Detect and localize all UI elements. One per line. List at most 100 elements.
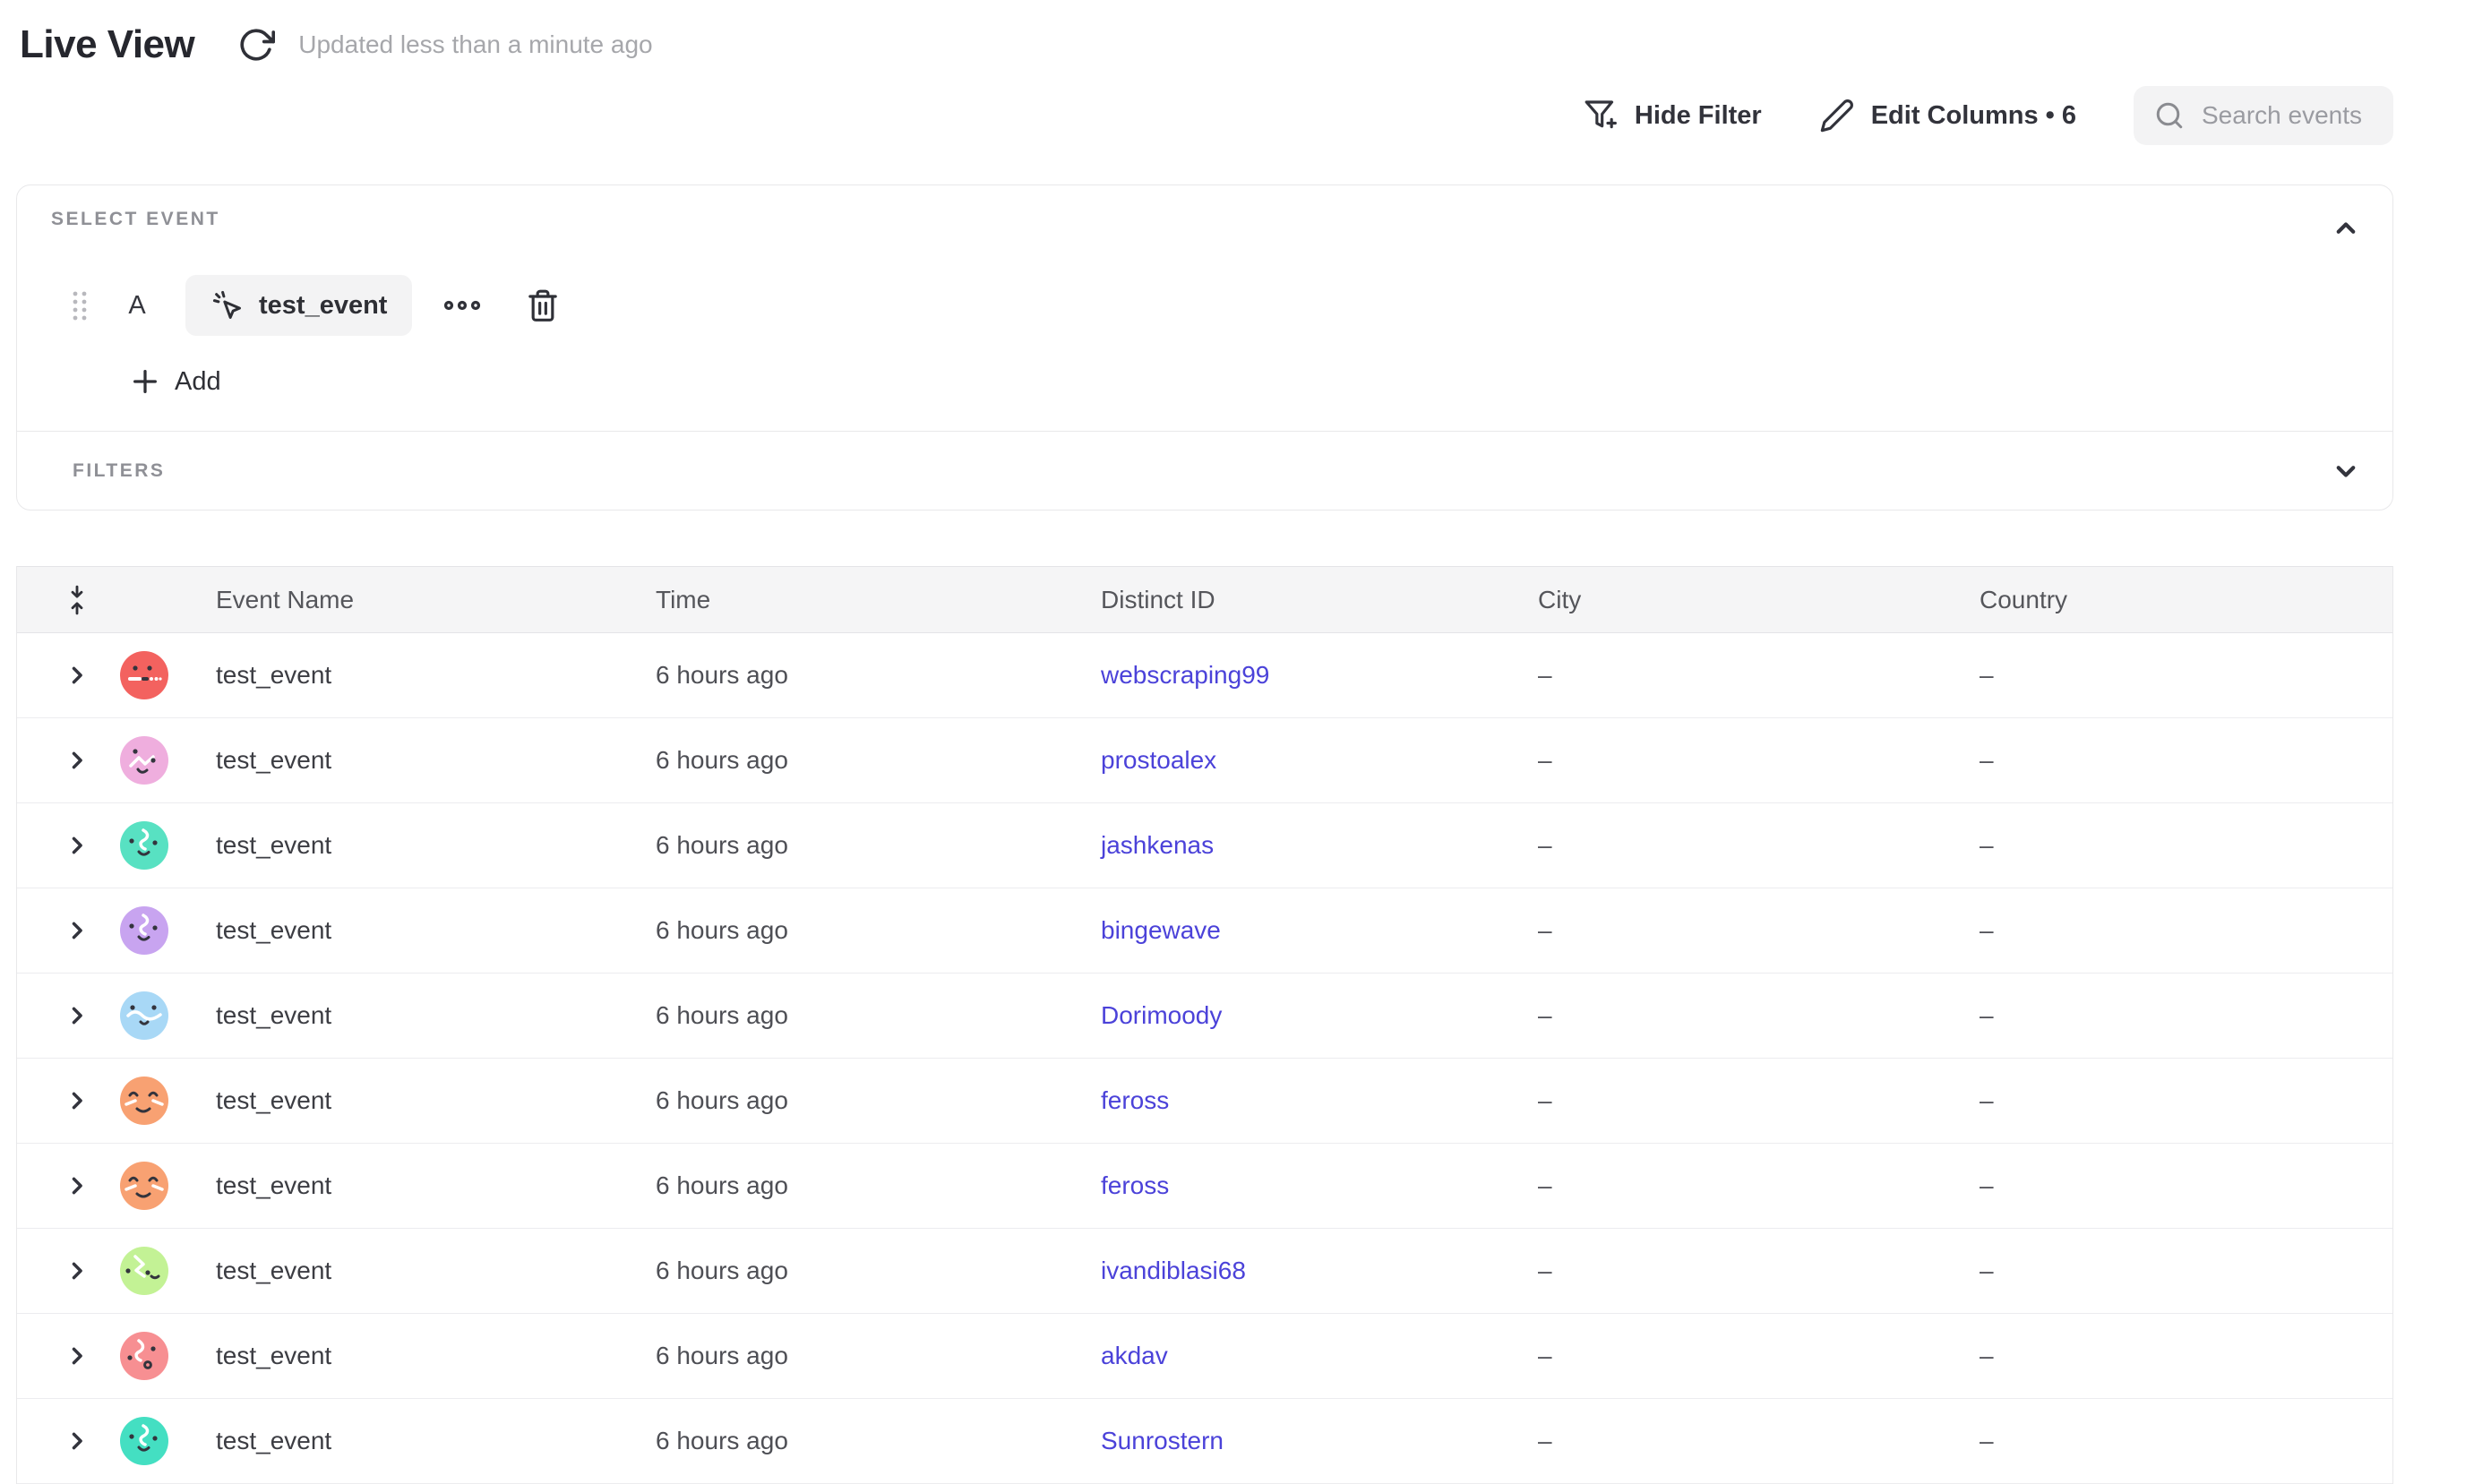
country-cell: – xyxy=(1945,1257,2392,1285)
table-row[interactable]: test_event 6 hours ago prostoalex – – xyxy=(17,718,2392,803)
chevron-right-icon xyxy=(64,833,90,858)
distinct-id-link[interactable]: webscraping99 xyxy=(1101,661,1269,689)
distinct-id-link[interactable]: Dorimoody xyxy=(1101,1001,1222,1029)
table-row[interactable]: test_event 6 hours ago Dorimoody – – xyxy=(17,974,2392,1059)
collapse-section-button[interactable] xyxy=(2326,209,2366,248)
add-event-button[interactable]: Add xyxy=(130,363,221,400)
country-cell: – xyxy=(1945,916,2392,945)
time-cell: 6 hours ago xyxy=(622,1086,1067,1115)
user-avatar xyxy=(120,821,168,870)
expand-row-button[interactable] xyxy=(61,1170,93,1202)
event-query-row: A test_event xyxy=(51,275,2366,336)
refresh-button[interactable] xyxy=(237,26,275,64)
country-cell: – xyxy=(1945,746,2392,775)
city-cell: – xyxy=(1504,916,1945,945)
collapse-vertical-icon xyxy=(62,583,92,617)
time-cell: 6 hours ago xyxy=(622,1171,1067,1200)
distinct-id-link[interactable]: prostoalex xyxy=(1101,746,1216,774)
event-name-cell: test_event xyxy=(182,831,622,860)
delete-event-button[interactable] xyxy=(521,284,564,327)
table-row[interactable]: test_event 6 hours ago ivandiblasi68 – – xyxy=(17,1229,2392,1314)
expand-row-button[interactable] xyxy=(61,829,93,862)
city-cell: – xyxy=(1504,1257,1945,1285)
table-row[interactable]: test_event 6 hours ago feross – – xyxy=(17,1144,2392,1229)
user-avatar xyxy=(120,1332,168,1380)
event-chip-label: test_event xyxy=(259,291,387,321)
expand-row-button[interactable] xyxy=(61,659,93,691)
query-builder-panel: SELECT EVENT xyxy=(16,184,2393,510)
distinct-id-link[interactable]: feross xyxy=(1101,1171,1169,1199)
chevron-right-icon xyxy=(64,1088,90,1113)
chevron-right-icon xyxy=(64,1173,90,1198)
column-header-city: City xyxy=(1504,586,1945,614)
table-row[interactable]: test_event 6 hours ago jashkenas – – xyxy=(17,803,2392,888)
collapse-rows-button[interactable] xyxy=(17,583,107,617)
expand-row-button[interactable] xyxy=(61,1340,93,1372)
user-avatar xyxy=(120,651,168,699)
distinct-id-link[interactable]: akdav xyxy=(1101,1342,1168,1369)
event-name-cell: test_event xyxy=(182,1001,622,1030)
expand-row-button[interactable] xyxy=(61,1255,93,1287)
event-selector-chip[interactable]: test_event xyxy=(185,275,412,336)
table-row[interactable]: test_event 6 hours ago Sunrostern – – xyxy=(17,1399,2392,1484)
chevron-right-icon xyxy=(64,748,90,773)
page-title: Live View xyxy=(20,22,194,67)
user-avatar xyxy=(120,736,168,785)
trash-icon xyxy=(525,287,561,323)
expand-row-button[interactable] xyxy=(61,1085,93,1117)
distinct-id-link[interactable]: Sunrostern xyxy=(1101,1427,1224,1454)
country-cell: – xyxy=(1945,1171,2392,1200)
chevron-down-icon xyxy=(2330,455,2362,487)
column-header-distinct-id: Distinct ID xyxy=(1067,586,1504,614)
user-avatar xyxy=(120,1417,168,1465)
chevron-right-icon xyxy=(64,1428,90,1454)
event-name-cell: test_event xyxy=(182,661,622,690)
event-name-cell: test_event xyxy=(182,916,622,945)
plus-icon xyxy=(130,366,160,397)
funnel-plus-icon xyxy=(1583,98,1619,133)
distinct-id-link[interactable]: jashkenas xyxy=(1101,831,1214,859)
distinct-id-link[interactable]: bingewave xyxy=(1101,916,1221,944)
user-avatar xyxy=(120,1247,168,1295)
table-row[interactable]: test_event 6 hours ago webscraping99 – – xyxy=(17,633,2392,718)
search-events-input[interactable] xyxy=(2200,100,2374,131)
user-avatar xyxy=(120,1077,168,1125)
expand-row-button[interactable] xyxy=(61,999,93,1032)
event-name-cell: test_event xyxy=(182,1257,622,1285)
events-table: Event Name Time Distinct ID City Country… xyxy=(16,566,2393,1484)
expand-row-button[interactable] xyxy=(61,1425,93,1457)
filters-label: FILTERS xyxy=(73,460,165,482)
distinct-id-link[interactable]: feross xyxy=(1101,1086,1169,1114)
city-cell: – xyxy=(1504,1086,1945,1115)
distinct-id-link[interactable]: ivandiblasi68 xyxy=(1101,1257,1246,1284)
edit-columns-button[interactable]: Edit Columns • 6 xyxy=(1819,98,2076,133)
filters-section: FILTERS xyxy=(17,431,2392,510)
country-cell: – xyxy=(1945,1086,2392,1115)
time-cell: 6 hours ago xyxy=(622,746,1067,775)
event-name-cell: test_event xyxy=(182,746,622,775)
city-cell: – xyxy=(1504,1342,1945,1370)
chevron-right-icon xyxy=(64,918,90,943)
event-name-cell: test_event xyxy=(182,1171,622,1200)
chevron-right-icon xyxy=(64,1343,90,1368)
hide-filter-label: Hide Filter xyxy=(1635,101,1762,131)
refresh-icon xyxy=(237,26,275,64)
dot-grid-icon xyxy=(71,287,89,323)
hide-filter-button[interactable]: Hide Filter xyxy=(1583,98,1762,133)
city-cell: – xyxy=(1504,831,1945,860)
table-row[interactable]: test_event 6 hours ago bingewave – – xyxy=(17,888,2392,974)
expand-row-button[interactable] xyxy=(61,914,93,947)
table-row[interactable]: test_event 6 hours ago akdav – – xyxy=(17,1314,2392,1399)
user-avatar xyxy=(120,906,168,955)
more-options-button[interactable] xyxy=(437,293,487,318)
expand-filters-button[interactable] xyxy=(2326,451,2366,491)
table-row[interactable]: test_event 6 hours ago feross – – xyxy=(17,1059,2392,1144)
drag-handle[interactable] xyxy=(71,287,89,323)
pencil-icon xyxy=(1819,98,1855,133)
edit-columns-label: Edit Columns • 6 xyxy=(1871,101,2076,131)
search-box xyxy=(2134,86,2393,145)
table-header: Event Name Time Distinct ID City Country xyxy=(17,566,2392,633)
select-event-section: SELECT EVENT xyxy=(17,185,2392,431)
time-cell: 6 hours ago xyxy=(622,1257,1067,1285)
expand-row-button[interactable] xyxy=(61,744,93,776)
